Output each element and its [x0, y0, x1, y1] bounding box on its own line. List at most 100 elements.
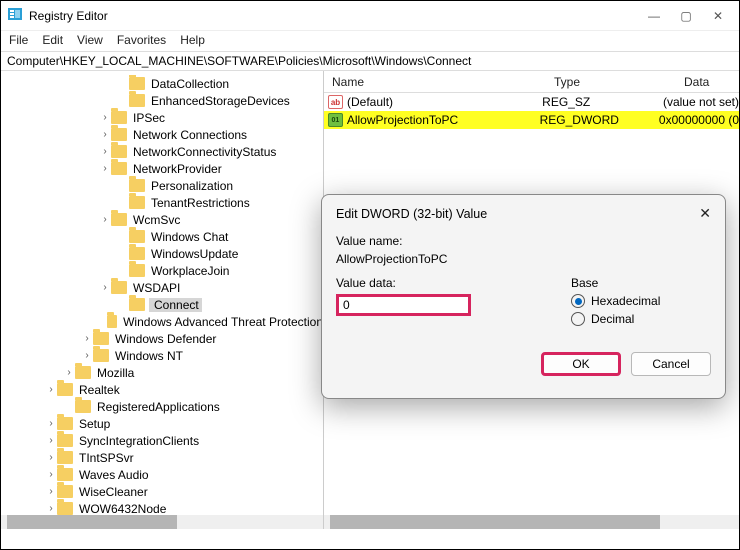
tree-item-label: Network Connections: [131, 128, 247, 142]
tree-item-label: Personalization: [149, 179, 233, 193]
column-name[interactable]: Name: [324, 71, 554, 92]
tree-item[interactable]: › WcmSvc: [7, 211, 323, 228]
tree-item[interactable]: › NetworkConnectivityStatus: [7, 143, 323, 160]
tree-item[interactable]: EnhancedStorageDevices: [7, 92, 323, 109]
tree-item-label: IPSec: [131, 111, 165, 125]
radio-hexadecimal[interactable]: Hexadecimal: [571, 294, 711, 308]
radio-icon: [571, 294, 585, 308]
chevron-right-icon[interactable]: ›: [99, 146, 111, 157]
folder-icon: [129, 179, 145, 192]
dword-value-icon: 01: [328, 113, 343, 127]
column-data[interactable]: Data: [684, 71, 739, 92]
edit-dword-dialog: Edit DWORD (32-bit) Value ✕ Value name: …: [321, 194, 726, 399]
tree-item[interactable]: Connect: [7, 296, 323, 313]
value-data-input[interactable]: [336, 294, 471, 316]
tree-item[interactable]: ›SyncIntegrationClients: [7, 432, 323, 449]
tree-item[interactable]: › WSDAPI: [7, 279, 323, 296]
chevron-right-icon[interactable]: ›: [63, 367, 75, 378]
list-header: Name Type Data: [324, 71, 739, 93]
close-button[interactable]: ✕: [711, 9, 725, 23]
tree-item[interactable]: TenantRestrictions: [7, 194, 323, 211]
chevron-right-icon[interactable]: ›: [45, 469, 57, 480]
tree-item[interactable]: Windows Advanced Threat Protection: [7, 313, 323, 330]
cell-name: (Default): [347, 95, 542, 109]
chevron-right-icon[interactable]: ›: [45, 486, 57, 497]
folder-icon: [57, 383, 73, 396]
folder-icon: [57, 468, 73, 481]
list-row[interactable]: ab(Default)REG_SZ(value not set): [324, 93, 739, 111]
ok-button[interactable]: OK: [541, 352, 621, 376]
chevron-right-icon[interactable]: ›: [45, 384, 57, 395]
radio-icon: [571, 312, 585, 326]
folder-icon: [129, 264, 145, 277]
dialog-close-icon[interactable]: ✕: [699, 205, 711, 222]
chevron-right-icon[interactable]: ›: [99, 214, 111, 225]
folder-icon: [57, 451, 73, 464]
tree-item-label: Windows Chat: [149, 230, 228, 244]
menu-file[interactable]: File: [9, 33, 28, 49]
tree-item-label: Windows NT: [113, 349, 183, 363]
menu-favorites[interactable]: Favorites: [117, 33, 166, 49]
menu-view[interactable]: View: [77, 33, 103, 49]
tree-item[interactable]: ›WiseCleaner: [7, 483, 323, 500]
cancel-button[interactable]: Cancel: [631, 352, 711, 376]
chevron-right-icon[interactable]: ›: [99, 112, 111, 123]
folder-icon: [57, 502, 73, 515]
tree-item[interactable]: › Network Connections: [7, 126, 323, 143]
tree-item[interactable]: ›Waves Audio: [7, 466, 323, 483]
tree-horizontal-scrollbar[interactable]: [1, 515, 323, 529]
tree-item-label: WorkplaceJoin: [149, 264, 229, 278]
folder-icon: [129, 298, 145, 311]
folder-icon: [93, 349, 109, 362]
tree-item[interactable]: ›Setup: [7, 415, 323, 432]
radio-decimal[interactable]: Decimal: [571, 312, 711, 326]
tree-item-label: WOW6432Node: [77, 502, 166, 516]
tree-item[interactable]: WindowsUpdate: [7, 245, 323, 262]
chevron-right-icon[interactable]: ›: [99, 129, 111, 140]
chevron-right-icon[interactable]: ›: [45, 435, 57, 446]
tree-item-label: WcmSvc: [131, 213, 180, 227]
menu-help[interactable]: Help: [180, 33, 205, 49]
tree-item[interactable]: ›NetworkProvider: [7, 160, 323, 177]
tree-item[interactable]: RegisteredApplications: [7, 398, 323, 415]
chevron-right-icon[interactable]: ›: [81, 350, 93, 361]
tree-item-label: NetworkConnectivityStatus: [131, 145, 276, 159]
tree-item[interactable]: Windows Chat: [7, 228, 323, 245]
tree-item[interactable]: ›Mozilla: [7, 364, 323, 381]
tree-item[interactable]: WorkplaceJoin: [7, 262, 323, 279]
column-type[interactable]: Type: [554, 71, 684, 92]
chevron-right-icon[interactable]: ›: [45, 503, 57, 514]
folder-icon: [75, 366, 91, 379]
chevron-right-icon[interactable]: ›: [45, 418, 57, 429]
maximize-button[interactable]: ▢: [679, 9, 693, 23]
cell-type: REG_DWORD: [540, 113, 659, 127]
folder-icon: [111, 281, 127, 294]
minimize-button[interactable]: —: [647, 9, 661, 23]
chevron-right-icon[interactable]: ›: [99, 282, 111, 293]
menu-bar: File Edit View Favorites Help: [1, 31, 739, 51]
tree-item-label: WSDAPI: [131, 281, 180, 295]
tree-item-label: EnhancedStorageDevices: [149, 94, 290, 108]
address-bar[interactable]: Computer\HKEY_LOCAL_MACHINE\SOFTWARE\Pol…: [1, 51, 739, 71]
tree-item[interactable]: › IPSec: [7, 109, 323, 126]
tree-item[interactable]: ›TIntSPSvr: [7, 449, 323, 466]
tree-pane[interactable]: DataCollection EnhancedStorageDevices › IPS…: [1, 71, 324, 529]
window-controls: — ▢ ✕: [647, 9, 733, 23]
chevron-right-icon[interactable]: ›: [81, 333, 93, 344]
tree-item-label: DataCollection: [149, 77, 229, 91]
folder-icon: [57, 434, 73, 447]
value-name-label: Value name:: [336, 234, 711, 248]
chevron-right-icon[interactable]: ›: [99, 163, 111, 174]
cell-data: 0x00000000 (0: [659, 113, 739, 127]
tree-item[interactable]: › Windows NT: [7, 347, 323, 364]
tree-item-label: WindowsUpdate: [149, 247, 238, 261]
chevron-right-icon[interactable]: ›: [45, 452, 57, 463]
list-row[interactable]: 01AllowProjectionToPCREG_DWORD0x00000000…: [324, 111, 739, 129]
menu-edit[interactable]: Edit: [42, 33, 63, 49]
list-horizontal-scrollbar[interactable]: [324, 515, 739, 529]
app-icon: [7, 6, 23, 25]
tree-item[interactable]: Personalization: [7, 177, 323, 194]
tree-item[interactable]: ›Realtek: [7, 381, 323, 398]
tree-item[interactable]: ›Windows Defender: [7, 330, 323, 347]
tree-item[interactable]: DataCollection: [7, 75, 323, 92]
